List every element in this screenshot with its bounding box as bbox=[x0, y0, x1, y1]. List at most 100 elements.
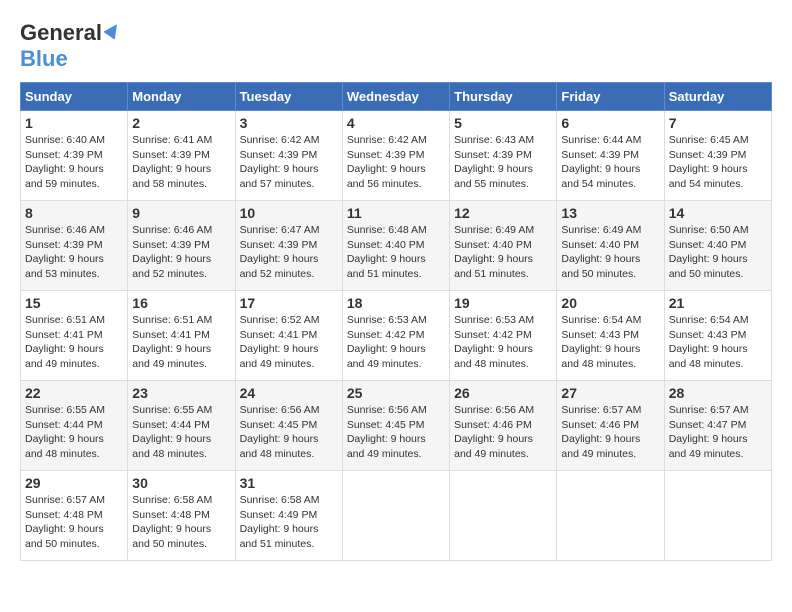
day-info: Sunrise: 6:41 AMSunset: 4:39 PMDaylight:… bbox=[132, 133, 230, 192]
calendar-day-15: 15 Sunrise: 6:51 AMSunset: 4:41 PMDayligh… bbox=[21, 291, 128, 381]
day-number: 21 bbox=[669, 295, 767, 311]
day-info: Sunrise: 6:42 AMSunset: 4:39 PMDaylight:… bbox=[347, 133, 445, 192]
calendar-day-30: 30 Sunrise: 6:58 AMSunset: 4:48 PMDayligh… bbox=[128, 471, 235, 561]
day-info: Sunrise: 6:56 AMSunset: 4:45 PMDaylight:… bbox=[347, 403, 445, 462]
logo-general-text: General bbox=[20, 20, 102, 46]
calendar-day-14: 14 Sunrise: 6:50 AMSunset: 4:40 PMDayligh… bbox=[664, 201, 771, 291]
calendar-day-9: 9Sunrise: 6:46 AMSunset: 4:39 PMDaylight… bbox=[128, 201, 235, 291]
weekday-header-tuesday: Tuesday bbox=[235, 83, 342, 111]
day-info: Sunrise: 6:51 AMSunset: 4:41 PMDaylight:… bbox=[132, 313, 230, 372]
day-info: Sunrise: 6:52 AMSunset: 4:41 PMDaylight:… bbox=[240, 313, 338, 372]
logo: General Blue bbox=[20, 20, 122, 72]
calendar-day-27: 27Sunrise: 6:57 AMSunset: 4:46 PMDayligh… bbox=[557, 381, 664, 471]
calendar-day-21: 21 Sunrise: 6:54 AMSunset: 4:43 PMDayligh… bbox=[664, 291, 771, 381]
calendar-week-2: 8 Sunrise: 6:46 AMSunset: 4:39 PMDaylight… bbox=[21, 201, 772, 291]
day-number: 8 bbox=[25, 205, 123, 221]
calendar-day-28: 28 Sunrise: 6:57 AMSunset: 4:47 PMDayligh… bbox=[664, 381, 771, 471]
day-number: 19 bbox=[454, 295, 552, 311]
weekday-header-saturday: Saturday bbox=[664, 83, 771, 111]
calendar-body: 1Sunrise: 6:40 AMSunset: 4:39 PMDaylight… bbox=[21, 111, 772, 561]
day-number: 11 bbox=[347, 205, 445, 221]
day-number: 31 bbox=[240, 475, 338, 491]
day-number: 16 bbox=[132, 295, 230, 311]
day-info: Sunrise: 6:57 AMSunset: 4:47 PMDaylight:… bbox=[669, 403, 767, 462]
day-number: 30 bbox=[132, 475, 230, 491]
calendar-day-3: 3 Sunrise: 6:42 AMSunset: 4:39 PMDaylight… bbox=[235, 111, 342, 201]
day-info: Sunrise: 6:53 AMSunset: 4:42 PMDaylight:… bbox=[347, 313, 445, 372]
calendar-day-19: 19Sunrise: 6:53 AMSunset: 4:42 PMDayligh… bbox=[450, 291, 557, 381]
calendar-day-25: 25 Sunrise: 6:56 AMSunset: 4:45 PMDayligh… bbox=[342, 381, 449, 471]
day-info: Sunrise: 6:55 AMSunset: 4:44 PMDaylight:… bbox=[25, 403, 123, 462]
calendar-day-29: 29Sunrise: 6:57 AMSunset: 4:48 PMDayligh… bbox=[21, 471, 128, 561]
day-info: Sunrise: 6:49 AMSunset: 4:40 PMDaylight:… bbox=[454, 223, 552, 282]
calendar-day-24: 24Sunrise: 6:56 AMSunset: 4:45 PMDayligh… bbox=[235, 381, 342, 471]
day-info: Sunrise: 6:55 AMSunset: 4:44 PMDaylight:… bbox=[132, 403, 230, 462]
weekday-header-thursday: Thursday bbox=[450, 83, 557, 111]
day-number: 28 bbox=[669, 385, 767, 401]
logo-arrow-icon bbox=[104, 21, 122, 44]
calendar-day-23: 23 Sunrise: 6:55 AMSunset: 4:44 PMDayligh… bbox=[128, 381, 235, 471]
day-number: 10 bbox=[240, 205, 338, 221]
day-number: 23 bbox=[132, 385, 230, 401]
day-number: 6 bbox=[561, 115, 659, 131]
day-number: 15 bbox=[25, 295, 123, 311]
day-info: Sunrise: 6:47 AMSunset: 4:39 PMDaylight:… bbox=[240, 223, 338, 282]
calendar-day-12: 12 Sunrise: 6:49 AMSunset: 4:40 PMDayligh… bbox=[450, 201, 557, 291]
day-info: Sunrise: 6:49 AMSunset: 4:40 PMDaylight:… bbox=[561, 223, 659, 282]
day-number: 5 bbox=[454, 115, 552, 131]
day-number: 14 bbox=[669, 205, 767, 221]
calendar-day-5: 5 Sunrise: 6:43 AMSunset: 4:39 PMDaylight… bbox=[450, 111, 557, 201]
day-number: 12 bbox=[454, 205, 552, 221]
empty-cell bbox=[342, 471, 449, 561]
calendar-day-4: 4Sunrise: 6:42 AMSunset: 4:39 PMDaylight… bbox=[342, 111, 449, 201]
calendar-day-7: 7Sunrise: 6:45 AMSunset: 4:39 PMDaylight… bbox=[664, 111, 771, 201]
weekday-header-monday: Monday bbox=[128, 83, 235, 111]
calendar-day-2: 2 Sunrise: 6:41 AMSunset: 4:39 PMDaylight… bbox=[128, 111, 235, 201]
day-number: 25 bbox=[347, 385, 445, 401]
calendar-day-22: 22 Sunrise: 6:55 AMSunset: 4:44 PMDayligh… bbox=[21, 381, 128, 471]
empty-cell bbox=[450, 471, 557, 561]
day-number: 26 bbox=[454, 385, 552, 401]
day-info: Sunrise: 6:40 AMSunset: 4:39 PMDaylight:… bbox=[25, 133, 123, 192]
calendar-day-10: 10 Sunrise: 6:47 AMSunset: 4:39 PMDayligh… bbox=[235, 201, 342, 291]
day-info: Sunrise: 6:45 AMSunset: 4:39 PMDaylight:… bbox=[669, 133, 767, 192]
day-info: Sunrise: 6:44 AMSunset: 4:39 PMDaylight:… bbox=[561, 133, 659, 192]
calendar-day-13: 13 Sunrise: 6:49 AMSunset: 4:40 PMDayligh… bbox=[557, 201, 664, 291]
page-header: General Blue bbox=[20, 20, 772, 72]
calendar-week-4: 22 Sunrise: 6:55 AMSunset: 4:44 PMDayligh… bbox=[21, 381, 772, 471]
calendar-day-18: 18Sunrise: 6:53 AMSunset: 4:42 PMDayligh… bbox=[342, 291, 449, 381]
day-number: 2 bbox=[132, 115, 230, 131]
day-number: 17 bbox=[240, 295, 338, 311]
weekday-header-row: SundayMondayTuesdayWednesdayThursdayFrid… bbox=[21, 83, 772, 111]
day-info: Sunrise: 6:48 AMSunset: 4:40 PMDaylight:… bbox=[347, 223, 445, 282]
day-number: 22 bbox=[25, 385, 123, 401]
calendar-day-8: 8 Sunrise: 6:46 AMSunset: 4:39 PMDaylight… bbox=[21, 201, 128, 291]
empty-cell bbox=[664, 471, 771, 561]
day-info: Sunrise: 6:43 AMSunset: 4:39 PMDaylight:… bbox=[454, 133, 552, 192]
day-info: Sunrise: 6:58 AMSunset: 4:48 PMDaylight:… bbox=[132, 493, 230, 552]
calendar-week-5: 29Sunrise: 6:57 AMSunset: 4:48 PMDayligh… bbox=[21, 471, 772, 561]
logo-blue-text: Blue bbox=[20, 46, 68, 71]
day-number: 13 bbox=[561, 205, 659, 221]
day-info: Sunrise: 6:51 AMSunset: 4:41 PMDaylight:… bbox=[25, 313, 123, 372]
calendar-week-1: 1Sunrise: 6:40 AMSunset: 4:39 PMDaylight… bbox=[21, 111, 772, 201]
calendar-day-20: 20Sunrise: 6:54 AMSunset: 4:43 PMDayligh… bbox=[557, 291, 664, 381]
day-info: Sunrise: 6:58 AMSunset: 4:49 PMDaylight:… bbox=[240, 493, 338, 552]
calendar-week-3: 15 Sunrise: 6:51 AMSunset: 4:41 PMDayligh… bbox=[21, 291, 772, 381]
calendar-day-6: 6 Sunrise: 6:44 AMSunset: 4:39 PMDaylight… bbox=[557, 111, 664, 201]
calendar-day-31: 31 Sunrise: 6:58 AMSunset: 4:49 PMDayligh… bbox=[235, 471, 342, 561]
calendar-table: SundayMondayTuesdayWednesdayThursdayFrid… bbox=[20, 82, 772, 561]
calendar-day-17: 17 Sunrise: 6:52 AMSunset: 4:41 PMDayligh… bbox=[235, 291, 342, 381]
day-number: 3 bbox=[240, 115, 338, 131]
day-info: Sunrise: 6:42 AMSunset: 4:39 PMDaylight:… bbox=[240, 133, 338, 192]
day-number: 9 bbox=[132, 205, 230, 221]
day-info: Sunrise: 6:54 AMSunset: 4:43 PMDaylight:… bbox=[669, 313, 767, 372]
empty-cell bbox=[557, 471, 664, 561]
day-info: Sunrise: 6:57 AMSunset: 4:46 PMDaylight:… bbox=[561, 403, 659, 462]
weekday-header-sunday: Sunday bbox=[21, 83, 128, 111]
day-info: Sunrise: 6:50 AMSunset: 4:40 PMDaylight:… bbox=[669, 223, 767, 282]
weekday-header-friday: Friday bbox=[557, 83, 664, 111]
day-info: Sunrise: 6:46 AMSunset: 4:39 PMDaylight:… bbox=[25, 223, 123, 282]
day-info: Sunrise: 6:57 AMSunset: 4:48 PMDaylight:… bbox=[25, 493, 123, 552]
day-number: 24 bbox=[240, 385, 338, 401]
